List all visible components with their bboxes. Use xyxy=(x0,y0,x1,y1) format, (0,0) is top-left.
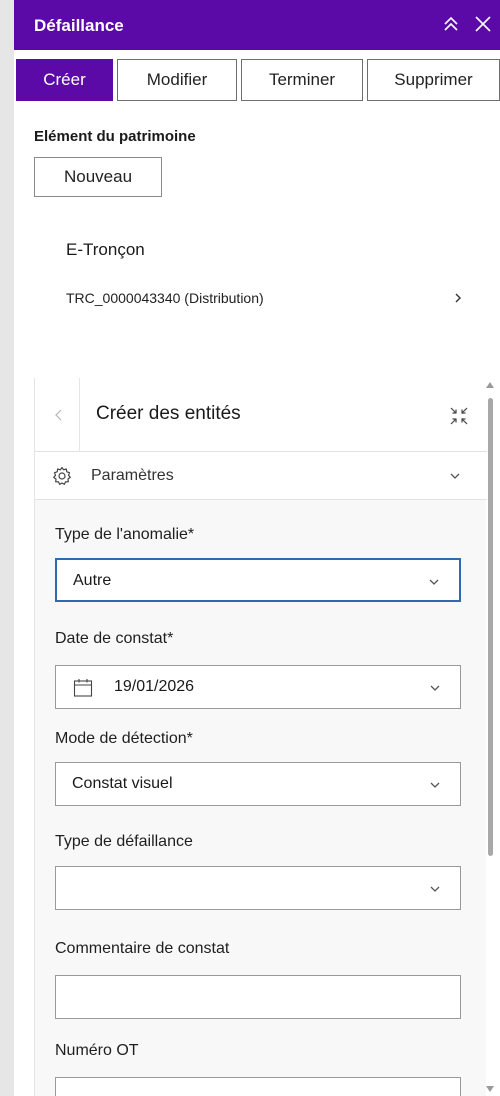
detection-mode-label: Mode de détection* xyxy=(55,730,193,747)
scrollbar[interactable] xyxy=(484,380,496,1096)
failure-panel: Défaillance Créer Modifier Terminer Supp… xyxy=(14,0,500,1096)
asset-section-label: Elément du patrimoine xyxy=(34,128,196,145)
settings-row[interactable]: Paramètres xyxy=(35,452,487,500)
detection-mode-select[interactable]: Constat visuel xyxy=(55,762,461,806)
failure-type-select[interactable] xyxy=(55,866,461,910)
anomaly-type-select[interactable]: Autre xyxy=(55,558,461,602)
collapse-arrows-icon[interactable] xyxy=(445,402,473,430)
comment-label: Commentaire de constat xyxy=(55,940,230,957)
chevron-down-icon xyxy=(426,679,444,697)
detection-mode-value: Constat visuel xyxy=(72,775,173,792)
gear-icon xyxy=(51,465,73,487)
close-icon[interactable] xyxy=(470,10,496,38)
panel-header: Défaillance xyxy=(14,0,500,50)
chevron-down-icon xyxy=(425,573,443,591)
header-divider xyxy=(79,378,80,452)
scroll-down-icon[interactable] xyxy=(485,1084,495,1094)
scroll-up-icon[interactable] xyxy=(485,380,495,390)
tab-finish[interactable]: Terminer xyxy=(241,59,363,101)
collapse-icon[interactable] xyxy=(438,10,464,38)
create-entities-panel: Créer des entités Paramètres Type de l'a… xyxy=(34,378,487,1096)
failure-type-label: Type de défaillance xyxy=(55,833,193,850)
date-value: 19/01/2026 xyxy=(114,678,195,695)
tab-modify[interactable]: Modifier xyxy=(117,59,237,101)
panel-title: Défaillance xyxy=(34,16,124,35)
back-chevron-icon[interactable] xyxy=(45,400,73,430)
chevron-down-icon xyxy=(426,776,444,794)
scrollbar-thumb[interactable] xyxy=(488,398,493,856)
tab-create[interactable]: Créer xyxy=(16,59,113,101)
chevron-down-icon xyxy=(426,880,444,898)
tab-delete[interactable]: Supprimer xyxy=(367,59,500,101)
date-label: Date de constat* xyxy=(55,630,174,647)
ot-number-input[interactable] xyxy=(55,1077,461,1096)
date-picker[interactable]: 19/01/2026 xyxy=(55,665,461,709)
ot-number-label: Numéro OT xyxy=(55,1042,139,1059)
comment-input[interactable] xyxy=(55,975,461,1019)
settings-label: Paramètres xyxy=(91,467,174,484)
chevron-right-icon xyxy=(446,286,470,310)
create-entities-title: Créer des entités xyxy=(96,403,241,424)
calendar-icon xyxy=(72,677,94,699)
chevron-down-icon xyxy=(445,466,465,486)
feature-type-label: E-Tronçon xyxy=(66,240,145,259)
anomaly-type-value: Autre xyxy=(73,572,112,589)
feature-id: TRC_0000043340 (Distribution) xyxy=(66,290,264,306)
new-button[interactable]: Nouveau xyxy=(34,157,162,197)
mode-tabs: Créer Modifier Terminer Supprimer xyxy=(16,59,500,101)
feature-item[interactable]: TRC_0000043340 (Distribution) xyxy=(50,282,470,318)
anomaly-type-label: Type de l'anomalie* xyxy=(55,526,195,543)
create-entities-header: Créer des entités xyxy=(35,378,487,452)
